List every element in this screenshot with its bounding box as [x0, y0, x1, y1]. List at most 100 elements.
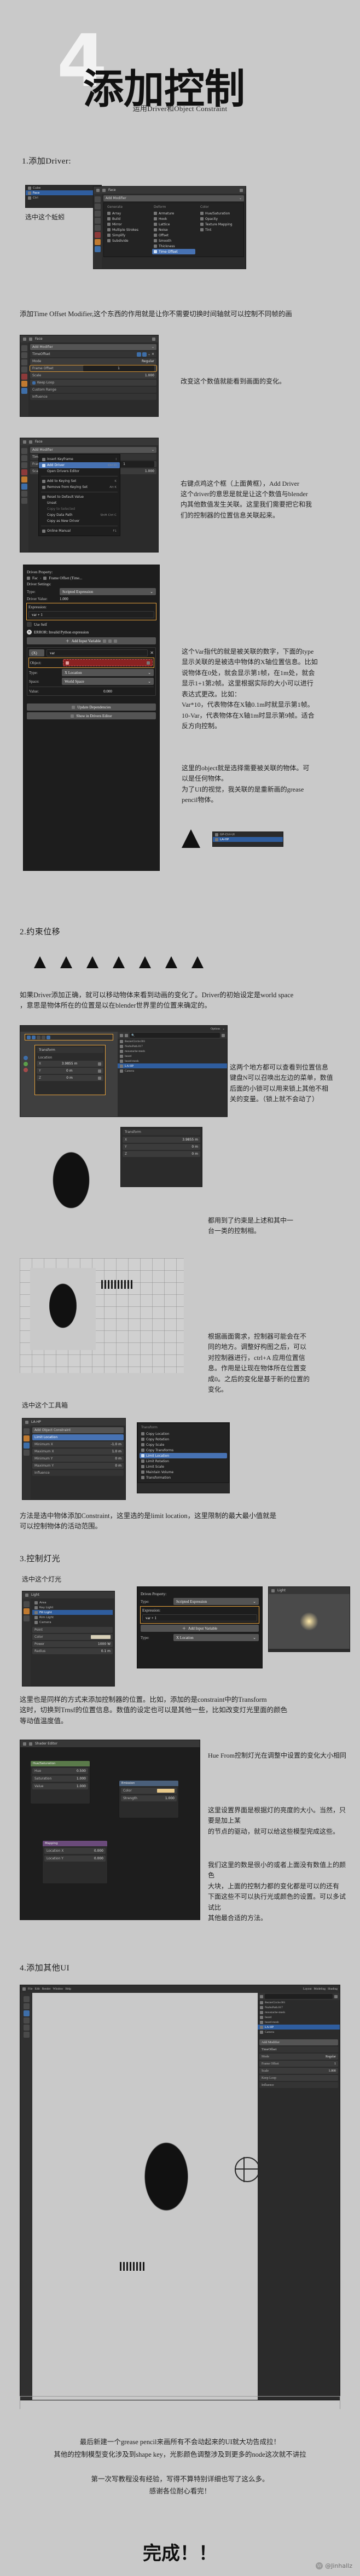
right-click-context-menu[interactable]: Insert KeyframeI Add DriverCtrl D Open D…: [38, 454, 120, 536]
viewlayer-tab-icon[interactable]: [95, 218, 101, 224]
node-field[interactable]: Strength1.000: [121, 1795, 177, 1801]
time-offset-modifier-panel[interactable]: Face Add Modifier ⌄ TimeOffset: [20, 335, 159, 417]
context-menu-panel[interactable]: Face Add Modifier ⌄ TimeOffset: [20, 438, 159, 553]
rotate-tool-icon[interactable]: [32, 1036, 36, 1039]
full-blender-window[interactable]: FileEdit RenderWindowHelp Layout Modelin…: [20, 1985, 340, 2400]
expression-input[interactable]: var + 1: [142, 1614, 257, 1621]
use-self-row[interactable]: Use Self: [27, 622, 156, 627]
outliner-row[interactable]: Camera: [118, 1068, 227, 1073]
frame-offset-value[interactable]: 1: [83, 365, 154, 371]
light-outliner-panel[interactable]: Light Area Key Light Fill Light Rim Ligh…: [22, 1591, 115, 1687]
outliner-row[interactable]: Key Light: [32, 1605, 113, 1610]
menu-item-transformation[interactable]: Transformation: [140, 1475, 227, 1480]
tool-tab-icon[interactable]: [21, 448, 27, 454]
menu-item-time-offset[interactable]: Time Offset: [152, 249, 195, 254]
mode-row[interactable]: Mode Regular: [30, 358, 156, 364]
outliner-search-input[interactable]: [265, 1994, 333, 1999]
n-panel[interactable]: Transform Location X3.9855 m Y0 m Z0 m: [34, 1045, 106, 1095]
output-tab-icon[interactable]: [95, 211, 101, 217]
transform-panel-title[interactable]: Transform: [37, 1047, 103, 1053]
ctx-item-open-drivers-editor[interactable]: Open Drivers Editor: [39, 468, 120, 474]
output-tab-icon[interactable]: [21, 359, 27, 365]
scale-row[interactable]: Scale 1.000: [30, 373, 156, 379]
node-field[interactable]: Color: [121, 1788, 177, 1794]
menu-item[interactable]: Opacity: [199, 216, 242, 222]
light-radius-row[interactable]: Radius0.1 m: [32, 1648, 113, 1654]
physics-tab-icon[interactable]: [21, 498, 27, 504]
outliner-row-selected[interactable]: Fill Light: [32, 1610, 113, 1615]
rotate-tool-icon[interactable]: [24, 2017, 30, 2023]
influence-row[interactable]: Influence: [30, 394, 156, 400]
tool-tab-icon[interactable]: [21, 345, 27, 351]
modifier-tab-icon[interactable]: [95, 246, 101, 252]
outliner-header[interactable]: 🔍: [118, 1032, 227, 1039]
output-tab-icon[interactable]: [21, 462, 27, 468]
object-field-row[interactable]: Object:: [29, 658, 154, 667]
ctx-item-copy-data-path[interactable]: Copy Data PathShift Ctrl C: [39, 512, 120, 518]
menu-item-copy-rotation[interactable]: Copy Rotation: [140, 1437, 227, 1442]
light-type-row[interactable]: Point: [32, 1627, 113, 1633]
outliner-row[interactable]: beard-mesh: [258, 2020, 340, 2025]
outliner-row[interactable]: beard-mesh: [118, 1059, 227, 1063]
outliner-row[interactable]: moustache-mesh: [258, 2010, 340, 2015]
scale-tool-icon[interactable]: [24, 2025, 30, 2031]
transform-toolbar[interactable]: [25, 1034, 113, 1040]
node-mapping[interactable]: Mapping Location X0.000 Location Y0.000: [42, 1840, 108, 1884]
menu-item[interactable]: Tint: [199, 227, 242, 232]
lock-icon[interactable]: [98, 1062, 101, 1066]
copy-icon[interactable]: [108, 639, 112, 643]
constraint-field[interactable]: Minimum Y0 m: [32, 1456, 124, 1462]
constraint-field[interactable]: Maximum Y0 m: [32, 1463, 124, 1469]
editor-type-icon[interactable]: [25, 1594, 28, 1597]
outliner-header[interactable]: [258, 1993, 340, 2000]
checkbox-icon[interactable]: [32, 381, 36, 385]
filter-icon[interactable]: [334, 1995, 338, 1998]
cursor-tool-icon[interactable]: [24, 2003, 30, 2009]
light-tab-icon[interactable]: [24, 1615, 30, 1621]
outliner-snippet[interactable]: Cube Face Ctrl: [25, 185, 102, 208]
editor-type-icon[interactable]: [23, 1742, 26, 1746]
ctx-item-online-manual[interactable]: Online ManualF1: [39, 528, 120, 534]
add-modifier-button[interactable]: Add Modifier ⌄: [30, 344, 156, 350]
driver-editor-popup[interactable]: Driven Property: Fac › Frame Offset (Tim…: [23, 565, 160, 871]
lock-icon[interactable]: [98, 1069, 101, 1073]
mode-row[interactable]: ModeRegular: [259, 2054, 338, 2060]
light-driver-popup[interactable]: Driven Property: Type: Scripted Expressi…: [137, 1586, 263, 1668]
modifier-header-row[interactable]: TimeOffset: [259, 2046, 338, 2052]
keep-loop-row[interactable]: Keep Loop: [30, 380, 156, 386]
constraint-field[interactable]: Minimum X-1.0 m: [32, 1441, 124, 1447]
custom-range-row[interactable]: Custom Range: [30, 387, 156, 393]
driver-type-select[interactable]: Scripted Expression⌄: [60, 588, 156, 595]
viewport-outliner-block[interactable]: Options ⌄ Transform Location X3.9855 m: [20, 1025, 228, 1117]
expression-input[interactable]: var + 1: [28, 611, 154, 618]
viewlayer-tab-icon[interactable]: [21, 367, 27, 373]
menu-item[interactable]: Noise: [152, 227, 195, 232]
node-canvas[interactable]: Hue/Saturation Hue0.500 Saturation1.000 …: [20, 1747, 200, 1920]
tool-tab-icon[interactable]: [24, 1428, 30, 1434]
viewport-3d[interactable]: Transform Location X3.9855 m Y0 m Z0 m: [20, 1032, 118, 1117]
toolbar-left[interactable]: [20, 1993, 32, 2400]
panel-row[interactable]: X3.9855 m: [123, 1137, 200, 1143]
scale-row[interactable]: Scale1.000: [259, 2068, 338, 2074]
render-tab-icon[interactable]: [21, 455, 27, 461]
tab-rail[interactable]: [22, 1426, 31, 1499]
menu-item-limit-location[interactable]: Limit Location: [140, 1453, 227, 1458]
node-field[interactable]: Saturation1.000: [32, 1776, 88, 1782]
menu-item-limit-scale[interactable]: Limit Scale: [140, 1464, 227, 1469]
constraint-field[interactable]: Maximum X1.0 m: [32, 1449, 124, 1455]
viewport-canvas-main[interactable]: [32, 1993, 258, 2400]
viewport-canvas[interactable]: [269, 1594, 350, 1649]
outliner-row-gp[interactable]: GP-Ctrl-UI: [213, 832, 283, 837]
move-tool-icon[interactable]: [24, 2010, 30, 2016]
expression-group[interactable]: Expression: var + 1: [141, 1607, 259, 1623]
properties-side-panel[interactable]: Transform X3.9855 m Y0 m Z0 m: [120, 1127, 202, 1187]
modifier-tab-icon[interactable]: [21, 484, 27, 490]
node-hue-saturation[interactable]: Hue/Saturation Hue0.500 Saturation1.000 …: [30, 1760, 90, 1804]
close-icon[interactable]: ✕: [152, 352, 154, 356]
display-render-icon[interactable]: [142, 352, 147, 357]
shader-node-editor[interactable]: Shader Editor Hue/Saturation Hue0.500 Sa…: [20, 1740, 200, 1920]
menu-item[interactable]: Offset: [152, 232, 195, 238]
menu-item[interactable]: Armature: [152, 211, 195, 216]
options-button[interactable]: Options: [211, 1027, 220, 1031]
panel-row[interactable]: Transform: [123, 1129, 200, 1135]
